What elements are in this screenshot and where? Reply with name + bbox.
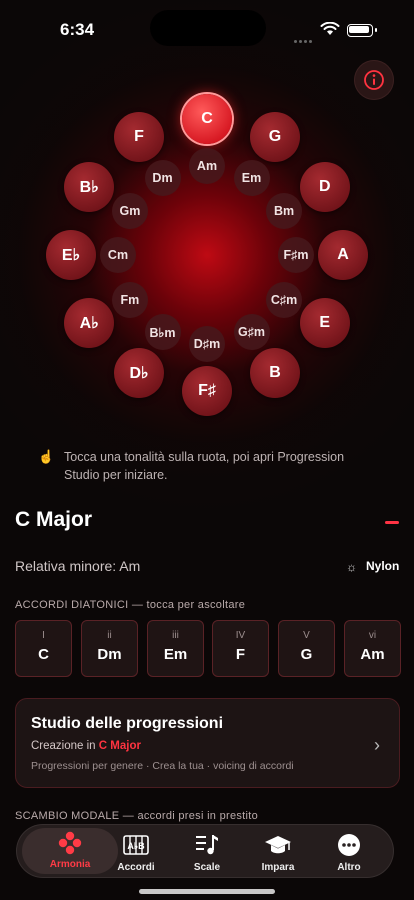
studio-description: Progressioni per genere · Crea la tua · …	[31, 760, 294, 772]
wifi-icon	[320, 22, 340, 35]
chords-icon: A♭B	[123, 835, 149, 855]
major-key-button[interactable]: G	[250, 112, 300, 163]
minor-key-button[interactable]: Bm	[266, 192, 303, 229]
battery-icon	[347, 24, 373, 37]
tab-label: Impara	[261, 862, 295, 873]
minor-key-button[interactable]: Gm	[111, 192, 148, 229]
major-key-button[interactable]: E	[299, 298, 350, 348]
progression-studio-card[interactable]: Studio delle progressioni Creazione in C…	[15, 698, 400, 788]
signal-dots-icon	[294, 30, 314, 43]
status-time: 6:34	[60, 20, 95, 39]
scale-icon	[196, 835, 218, 855]
circle-of-fifths: C G D A E B F♯ D♭ A♭ E♭ B♭ F Am Em Bm F♯m C♯m G♯m D♯m B♭m Fm…	[0, 80, 414, 430]
chevron-right-icon: ›	[374, 735, 380, 755]
chord-degree: I	[42, 630, 45, 641]
status-bar: 6:34	[0, 0, 414, 56]
tab-altro[interactable]: Altro	[313, 830, 385, 874]
major-key-button[interactable]: F	[114, 112, 164, 163]
chord-button[interactable]: IV F	[212, 620, 269, 677]
chord-degree: ii	[107, 630, 112, 641]
major-key-button[interactable]: C	[182, 94, 232, 144]
chord-button[interactable]: ii Dm	[81, 620, 138, 677]
chord-degree: vi	[368, 630, 377, 641]
chord-name: Dm	[97, 646, 122, 663]
selected-key-title: C Major	[15, 508, 93, 531]
chord-degree: IV	[235, 630, 246, 641]
minor-key-button[interactable]: Em	[233, 159, 270, 196]
chord-button[interactable]: vi Am	[344, 620, 401, 677]
minor-key-button[interactable]: G♯m	[233, 314, 270, 351]
major-key-button[interactable]: B♭	[64, 162, 115, 212]
home-indicator	[139, 889, 275, 894]
tab-label: Accordi	[117, 862, 155, 873]
tab-label: Altro	[337, 862, 361, 873]
chord-name: Am	[360, 646, 385, 663]
studio-title: Studio delle progressioni	[31, 715, 224, 732]
minor-key-button[interactable]: Cm	[100, 237, 136, 273]
major-key-button[interactable]: A♭	[64, 298, 115, 348]
sun-icon: ☼	[346, 560, 357, 574]
major-key-button[interactable]: D	[299, 162, 350, 212]
minor-key-button[interactable]: B♭m	[144, 314, 181, 351]
instrument-label: Nylon	[366, 559, 400, 573]
chord-degree: V	[303, 630, 310, 641]
minor-key-button[interactable]: Fm	[111, 281, 148, 318]
chord-button[interactable]: V G	[278, 620, 335, 677]
relative-minor-text: Relativa minore: Am	[15, 558, 141, 574]
studio-subtitle-prefix: Creazione in	[31, 740, 96, 752]
learn-icon	[265, 836, 291, 854]
hint-text-block: ☝ Tocca una tonalità sulla ruota, poi ap…	[38, 448, 380, 484]
diatonic-chord-row: I C ii Dm iii Em IV F V G vi Am	[15, 620, 414, 678]
chord-name: C	[38, 646, 49, 663]
major-key-button[interactable]: F♯	[182, 366, 232, 416]
major-key-button[interactable]: E♭	[46, 230, 96, 280]
chord-name: F	[235, 646, 246, 663]
hint-text: Tocca una tonalità sulla ruota, poi apri…	[64, 450, 345, 482]
chord-name: Em	[163, 646, 188, 663]
dynamic-island	[150, 10, 266, 46]
modal-section-label: SCAMBIO MODALE — accordi presi in presti…	[15, 810, 259, 822]
major-key-button[interactable]: B	[250, 347, 300, 398]
studio-subtitle-key: C Major	[98, 740, 141, 752]
minor-key-button[interactable]: C♯m	[266, 281, 303, 318]
svg-text:A♭B: A♭B	[127, 841, 145, 851]
minor-key-button[interactable]: F♯m	[278, 237, 314, 273]
chord-degree: iii	[172, 630, 179, 641]
major-key-button[interactable]: A	[318, 230, 368, 280]
studio-subtitle: Creazione in C Major	[31, 740, 141, 752]
more-icon	[338, 834, 360, 856]
diatonic-section-label: ACCORDI DIATONICI — tocca per ascoltare	[15, 599, 246, 611]
collapse-button[interactable]	[385, 521, 399, 524]
chord-button[interactable]: I C	[15, 620, 72, 677]
minor-key-button[interactable]: Am	[189, 148, 225, 184]
tab-accordi[interactable]: A♭B Accordi	[100, 830, 172, 874]
tab-label: Scale	[193, 862, 221, 873]
tab-impara[interactable]: Impara	[242, 830, 314, 874]
minor-key-button[interactable]: Dm	[144, 159, 181, 196]
harmony-icon	[58, 831, 82, 855]
tab-scale[interactable]: Scale	[171, 830, 243, 874]
tab-bar: Armonia A♭B Accordi Scale Impara Altro	[16, 824, 394, 878]
minor-key-button[interactable]: D♯m	[189, 326, 225, 362]
chord-button[interactable]: iii Em	[147, 620, 204, 677]
chord-name: G	[300, 646, 313, 663]
major-key-button[interactable]: D♭	[114, 347, 164, 398]
hand-tap-icon: ☝	[38, 449, 55, 464]
